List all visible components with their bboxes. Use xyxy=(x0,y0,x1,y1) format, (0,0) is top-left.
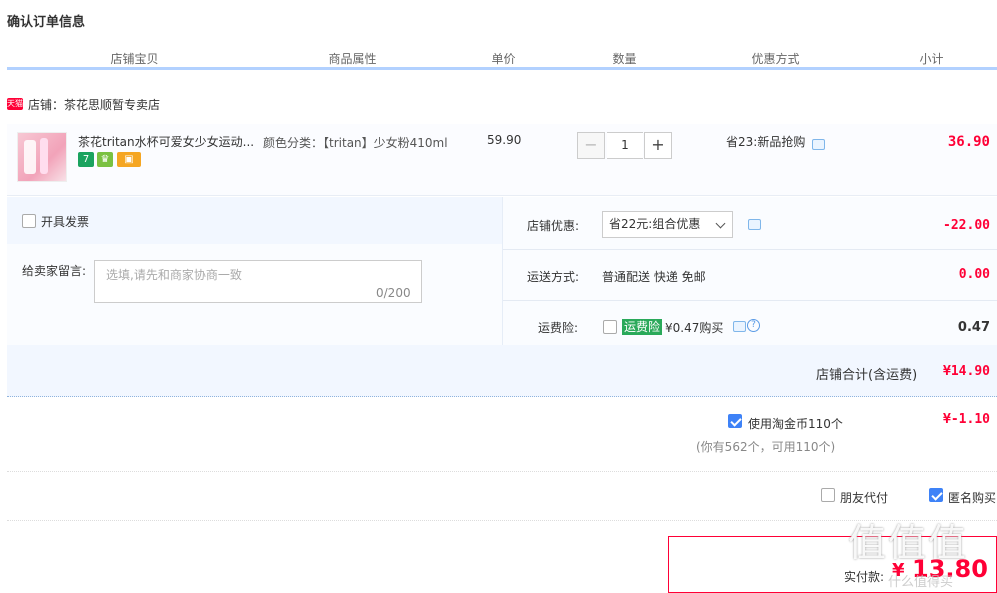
memo-char-count: 0/200 xyxy=(376,286,411,300)
quantity-input[interactable]: 1 xyxy=(607,132,643,159)
shop-total-label: 店铺合计(含运费) xyxy=(816,368,918,383)
insurance-label: 运费险: xyxy=(538,321,579,335)
shipping-label: 运送方式: xyxy=(527,270,580,284)
shop-info: 天猫 店铺：茶花思顺暂专卖店 xyxy=(7,96,160,112)
promo-comment-icon[interactable] xyxy=(812,139,825,150)
tmall-badge-icon: 天猫 xyxy=(7,98,23,110)
shipping-amount: 0.00 xyxy=(958,267,990,282)
coins-checkbox[interactable] xyxy=(728,414,742,428)
col-header-attr: 商品属性 xyxy=(328,52,377,66)
friend-pay-label: 朋友代付 xyxy=(840,491,889,505)
shop-name[interactable]: 店铺：茶花思顺暂专卖店 xyxy=(28,96,160,113)
col-header-subtotal: 小计 xyxy=(919,52,944,66)
insurance-tag: 运费险 xyxy=(622,319,663,335)
site-watermark-text: 什么值得买 xyxy=(888,575,954,590)
col-header-promo: 优惠方式 xyxy=(751,52,800,66)
shop-discount-label: 店铺优惠: xyxy=(527,219,580,233)
invoice-checkbox[interactable] xyxy=(22,214,36,228)
chevron-down-icon xyxy=(715,218,726,229)
invoice-label: 开具发票 xyxy=(41,215,90,229)
item-subtotal: 36.90 xyxy=(947,134,990,150)
header-underline xyxy=(7,67,997,70)
fees-divider xyxy=(503,249,997,250)
help-icon[interactable]: ? xyxy=(747,319,760,332)
insurance-amount: 0.47 xyxy=(957,320,990,335)
site-watermark: 值值值 xyxy=(848,521,969,565)
insurance-price: ¥0.47购买 xyxy=(665,321,724,335)
anonymous-checkbox[interactable] xyxy=(929,488,943,502)
section-divider xyxy=(7,471,997,472)
shop-discount-select[interactable]: 省22元:组合优惠 xyxy=(602,211,733,238)
product-attributes: 颜色分类：【tritan】少女粉410ml xyxy=(263,133,448,153)
shipping-method: 普通配送 快递 免邮 xyxy=(602,270,706,284)
col-header-item: 店铺宝贝 xyxy=(110,52,159,66)
product-image-cup xyxy=(24,140,36,174)
seven-day-return-icon[interactable]: 7 xyxy=(78,152,94,167)
insurance-checkbox[interactable] xyxy=(603,320,617,334)
page-title: 确认订单信息 xyxy=(7,15,86,30)
discount-comment-icon[interactable] xyxy=(748,219,761,230)
coins-label: 使用淘金币110个 xyxy=(748,417,843,431)
col-header-qty: 数量 xyxy=(612,52,637,66)
anonymous-label: 匿名购买 xyxy=(948,491,997,505)
attr-label: 颜色分类： xyxy=(263,136,324,150)
coins-note: (你有562个，可用110个) xyxy=(696,440,836,454)
col-header-price: 单价 xyxy=(491,52,516,66)
card-payment-icon[interactable]: ▣ xyxy=(117,152,141,167)
fees-divider xyxy=(503,300,997,301)
qty-plus-button[interactable]: + xyxy=(644,132,672,159)
shop-discount-value: 省22元:组合优惠 xyxy=(609,217,701,231)
memo-label: 给卖家留言: xyxy=(22,264,87,278)
product-image-cup-2 xyxy=(40,138,48,174)
unit-price: 59.90 xyxy=(487,133,522,147)
item-promotion: 省23:新品抢购 xyxy=(726,135,806,149)
attr-value: 【tritan】少女粉410ml xyxy=(323,136,448,150)
pay-label: 实付款: xyxy=(844,570,885,584)
product-title-link[interactable]: 茶花tritan水杯可爱女少女运动... xyxy=(78,133,256,150)
shop-total-amount: ¥14.90 xyxy=(943,364,990,379)
memo-placeholder: 选填,请先和商家协商一致 xyxy=(106,268,242,282)
guarantee-icon[interactable]: ♛ xyxy=(97,152,113,167)
friend-pay-checkbox[interactable] xyxy=(821,488,835,502)
insurance-comment-icon[interactable] xyxy=(733,321,746,332)
qty-minus-button[interactable]: − xyxy=(577,132,605,159)
coins-amount: ¥-1.10 xyxy=(943,412,990,427)
shop-discount-amount: -22.00 xyxy=(943,218,990,233)
